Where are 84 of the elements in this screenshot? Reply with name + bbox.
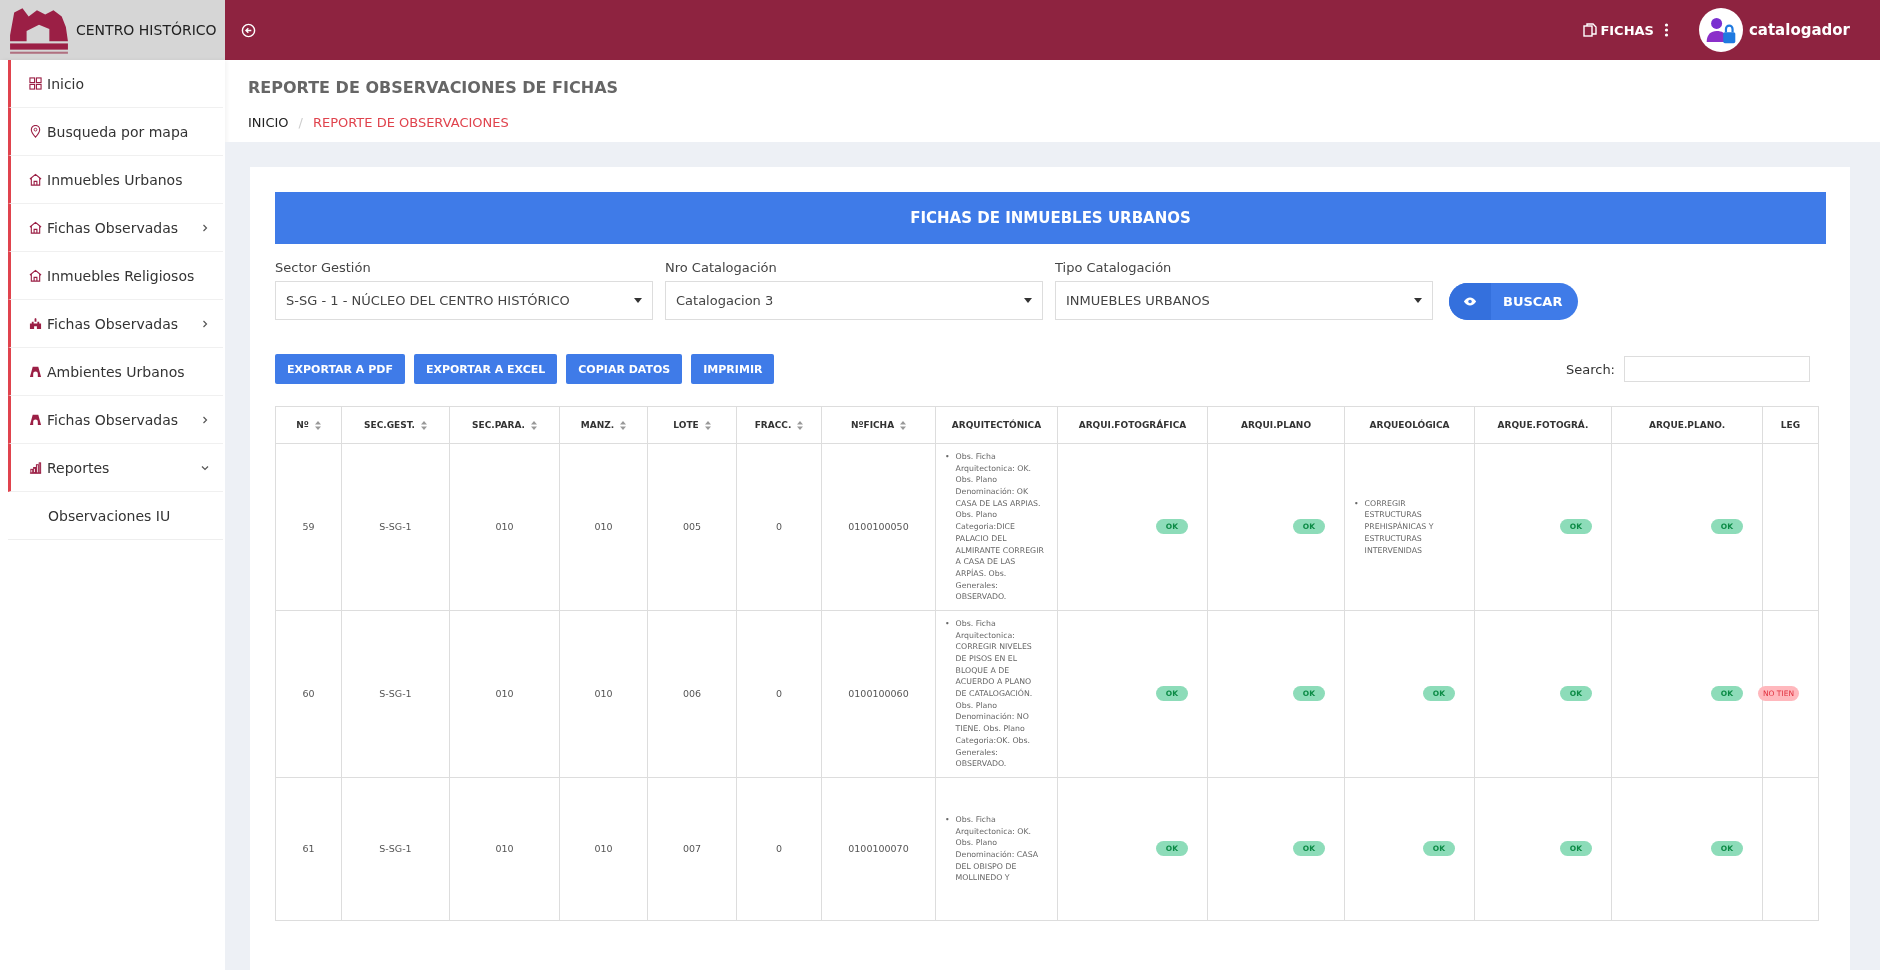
- table-cell: 59: [275, 443, 342, 611]
- caret-icon: [1414, 298, 1422, 303]
- table-cell: S-SG-1: [341, 777, 450, 921]
- export-button[interactable]: IMPRIMIR: [691, 354, 775, 384]
- table-cell: S-SG-1: [341, 610, 450, 778]
- menu-label: Inicio: [47, 75, 86, 92]
- select-field[interactable]: S-SG - 1 - NÚCLEO DEL CENTRO HISTÓRICO: [275, 281, 653, 320]
- search-button[interactable]: BUSCAR: [1449, 283, 1579, 320]
- column-header[interactable]: ARQUE.FOTOGRÁ.: [1474, 406, 1612, 444]
- column-header[interactable]: FRACC.: [736, 406, 822, 444]
- bar-chart-icon: [29, 461, 42, 474]
- gate-icon: [29, 413, 42, 426]
- table-cell: 010: [449, 610, 560, 778]
- column-header[interactable]: LEG: [1762, 406, 1819, 444]
- caret-icon: [634, 298, 642, 303]
- table-cell: 010: [559, 777, 648, 921]
- select-field[interactable]: Catalogacion 3: [665, 281, 1043, 320]
- field-label: Tipo Catalogación: [1055, 260, 1173, 275]
- column-header[interactable]: SEC.GEST.: [341, 406, 450, 444]
- select-field[interactable]: INMUEBLES URBANOS: [1055, 281, 1433, 320]
- menu-label: Inmuebles Religiosos: [47, 267, 196, 284]
- table-cell: 010: [559, 443, 648, 611]
- column-header[interactable]: ARQUEOLÓGICA: [1344, 406, 1475, 444]
- column-header[interactable]: NºFICHA: [821, 406, 936, 444]
- map-pin-icon: [29, 125, 42, 138]
- more-options-icon[interactable]: [1663, 23, 1669, 37]
- caret-icon: [1024, 298, 1032, 303]
- search-field[interactable]: [1624, 356, 1810, 382]
- user-name: catalogador: [1748, 21, 1850, 39]
- column-header[interactable]: ARQUI.FOTOGRÁFICA: [1057, 406, 1208, 444]
- table-cell: 0100100060: [821, 610, 936, 778]
- app-title: CENTRO HISTÓRICO: [76, 22, 217, 38]
- grid-icon: [29, 77, 42, 90]
- sidebar-item[interactable]: Inicio: [8, 60, 223, 108]
- table-cell: 010: [449, 443, 560, 611]
- export-button[interactable]: COPIAR DATOS: [566, 354, 683, 384]
- column-header[interactable]: ARQUI.PLANO: [1207, 406, 1345, 444]
- breadcrumb-link[interactable]: REPORTE DE OBSERVACIONES: [312, 115, 509, 130]
- menu-label: Inmuebles Urbanos: [47, 171, 184, 188]
- fichas-menu-button[interactable]: FICHAS: [1583, 22, 1654, 38]
- column-header[interactable]: Nº: [275, 406, 342, 444]
- page-title: REPORTE DE OBSERVACIONES DE FICHAS: [248, 78, 620, 97]
- house-icon: [29, 173, 42, 186]
- column-header[interactable]: ARQUITECTÓNICA: [935, 406, 1058, 444]
- menu-label: Fichas Observadas: [47, 315, 179, 332]
- breadcrumb-link[interactable]: INICIO: [248, 115, 289, 130]
- house-icon: [29, 221, 42, 234]
- breadcrumb-separator: /: [298, 115, 303, 130]
- user-lock-icon[interactable]: [1698, 8, 1743, 52]
- table-cell: 005: [647, 443, 737, 611]
- table-cell: 010: [449, 777, 560, 921]
- field-label: Sector Gestión: [275, 260, 372, 275]
- table-cell: 0100100050: [821, 443, 936, 611]
- sidebar-item[interactable]: Busqueda por mapa: [8, 108, 223, 156]
- table-cell: 006: [647, 610, 737, 778]
- column-header[interactable]: MANZ.: [559, 406, 648, 444]
- table-cell: 007: [647, 777, 737, 921]
- table-cell: 60: [275, 610, 342, 778]
- export-button[interactable]: EXPORTAR A PDF: [275, 354, 405, 384]
- field-label: Nro Catalogación: [665, 260, 778, 275]
- table-cell: 0: [736, 610, 822, 778]
- documents-icon: [1583, 23, 1598, 37]
- section-banner: FICHAS DE INMUEBLES URBANOS: [275, 192, 1826, 244]
- menu-label: Reportes: [47, 459, 111, 476]
- table-cell: 0100100070: [821, 777, 936, 921]
- table-cell: 0: [736, 777, 822, 921]
- menu-label: Ambientes Urbanos: [47, 363, 186, 380]
- table-cell: 61: [275, 777, 342, 921]
- column-header[interactable]: LOTE: [647, 406, 737, 444]
- gate-icon: [29, 365, 42, 378]
- export-button[interactable]: EXPORTAR A EXCEL: [413, 354, 558, 384]
- menu-label: Fichas Observadas: [47, 411, 179, 428]
- table-cell: S-SG-1: [341, 443, 450, 611]
- column-header[interactable]: SEC.PARA.: [449, 406, 560, 444]
- table-cell: 0: [736, 443, 822, 611]
- submenu-item[interactable]: Observaciones IU: [8, 492, 223, 540]
- castle-icon: [29, 317, 42, 330]
- menu-label: Busqueda por mapa: [47, 123, 190, 140]
- eye-icon: [1463, 297, 1477, 306]
- search-label: Search:: [1565, 361, 1615, 377]
- table-cell: 010: [559, 610, 648, 778]
- house-icon: [29, 269, 42, 282]
- menu-label: Fichas Observadas: [47, 219, 179, 236]
- column-header[interactable]: ARQUE.PLANO.: [1611, 406, 1763, 444]
